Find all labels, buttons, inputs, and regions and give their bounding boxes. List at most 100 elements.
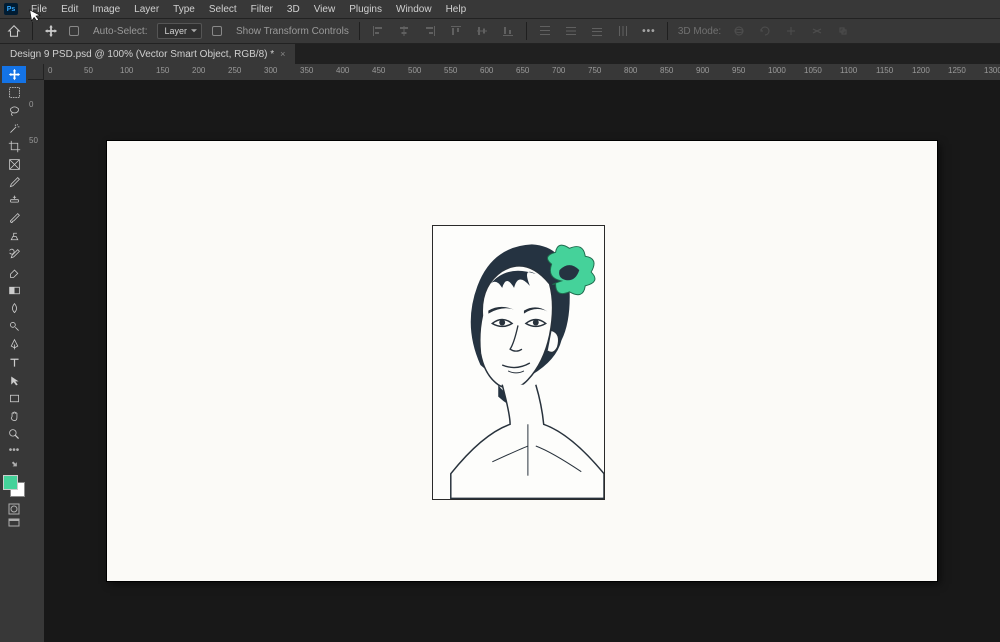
distribute-hspace-icon[interactable] bbox=[615, 23, 631, 39]
show-transform-label: Show Transform Controls bbox=[236, 26, 349, 37]
type-tool[interactable] bbox=[2, 354, 26, 371]
edit-toolbar-icon[interactable]: ••• bbox=[2, 444, 26, 457]
color-swatches[interactable] bbox=[3, 475, 25, 497]
portrait-illustration bbox=[433, 226, 604, 499]
eraser-tool[interactable] bbox=[2, 264, 26, 281]
menu-type[interactable]: Type bbox=[166, 1, 202, 18]
eyedropper-tool[interactable] bbox=[2, 174, 26, 191]
ruler-tick: 300 bbox=[264, 66, 277, 75]
pan-3d-icon[interactable] bbox=[783, 23, 799, 39]
zoom-tool[interactable] bbox=[2, 426, 26, 443]
zoom-3d-icon[interactable] bbox=[835, 23, 851, 39]
document-viewport[interactable] bbox=[44, 80, 1000, 642]
more-options-icon[interactable]: ••• bbox=[641, 23, 657, 39]
gradient-tool[interactable] bbox=[2, 282, 26, 299]
ruler-tick: 200 bbox=[192, 66, 205, 75]
healing-brush-tool[interactable] bbox=[2, 192, 26, 209]
pen-tool[interactable] bbox=[2, 336, 26, 353]
distribute-bottom-icon[interactable] bbox=[589, 23, 605, 39]
ruler-tick: 1200 bbox=[912, 66, 930, 75]
marquee-tool[interactable] bbox=[2, 84, 26, 101]
canvas-artboard[interactable] bbox=[107, 141, 937, 581]
document-tab-title: Design 9 PSD.psd @ 100% (Vector Smart Ob… bbox=[10, 49, 274, 60]
frame-tool[interactable] bbox=[2, 156, 26, 173]
menu-plugins[interactable]: Plugins bbox=[342, 1, 389, 18]
ruler-tick: 50 bbox=[29, 136, 38, 145]
workspace: ••• 050100150200250300350400450500550600… bbox=[0, 64, 1000, 642]
magic-wand-tool[interactable] bbox=[2, 120, 26, 137]
tools-panel: ••• bbox=[0, 64, 28, 642]
show-transform-checkbox[interactable] bbox=[212, 26, 222, 36]
options-bar: Auto-Select: Layer Show Transform Contro… bbox=[0, 18, 1000, 44]
menu-help[interactable]: Help bbox=[439, 1, 474, 18]
vertical-ruler[interactable]: 0 50 bbox=[28, 80, 44, 642]
auto-select-label: Auto-Select: bbox=[93, 26, 147, 37]
separator bbox=[359, 22, 360, 40]
menu-select[interactable]: Select bbox=[202, 1, 244, 18]
rectangle-tool[interactable] bbox=[2, 390, 26, 407]
ruler-tick: 600 bbox=[480, 66, 493, 75]
blur-tool[interactable] bbox=[2, 300, 26, 317]
foreground-color-swatch[interactable] bbox=[3, 475, 18, 490]
ruler-tick: 750 bbox=[588, 66, 601, 75]
menu-file[interactable]: File bbox=[24, 1, 54, 18]
ruler-tick: 450 bbox=[372, 66, 385, 75]
align-top-icon[interactable] bbox=[448, 23, 464, 39]
clone-stamp-tool[interactable] bbox=[2, 228, 26, 245]
ruler-tick: 1300 bbox=[984, 66, 1000, 75]
hand-tool[interactable] bbox=[2, 408, 26, 425]
lasso-tool[interactable] bbox=[2, 102, 26, 119]
align-left-icon[interactable] bbox=[370, 23, 386, 39]
ruler-tick: 350 bbox=[300, 66, 313, 75]
screen-mode-icon[interactable] bbox=[2, 516, 26, 529]
close-tab-icon[interactable]: × bbox=[280, 49, 285, 59]
align-bottom-icon[interactable] bbox=[500, 23, 516, 39]
distribute-top-icon[interactable] bbox=[537, 23, 553, 39]
ruler-tick: 900 bbox=[696, 66, 709, 75]
distribute-vcenter-icon[interactable] bbox=[563, 23, 579, 39]
menu-filter[interactable]: Filter bbox=[244, 1, 280, 18]
ruler-tick: 550 bbox=[444, 66, 457, 75]
swap-colors-icon[interactable] bbox=[2, 458, 26, 471]
document-tab[interactable]: Design 9 PSD.psd @ 100% (Vector Smart Ob… bbox=[0, 44, 296, 64]
ruler-tick: 1250 bbox=[948, 66, 966, 75]
menu-image[interactable]: Image bbox=[85, 1, 127, 18]
auto-select-checkbox[interactable] bbox=[69, 26, 79, 36]
roll-3d-icon[interactable] bbox=[757, 23, 773, 39]
separator bbox=[32, 22, 33, 40]
ruler-tick: 850 bbox=[660, 66, 673, 75]
menu-3d[interactable]: 3D bbox=[280, 1, 307, 18]
slide-3d-icon[interactable] bbox=[809, 23, 825, 39]
ruler-tick: 500 bbox=[408, 66, 421, 75]
dodge-tool[interactable] bbox=[2, 318, 26, 335]
history-brush-tool[interactable] bbox=[2, 246, 26, 263]
quick-mask-icon[interactable] bbox=[2, 502, 26, 515]
align-hcenter-icon[interactable] bbox=[396, 23, 412, 39]
ruler-tick: 700 bbox=[552, 66, 565, 75]
move-tool[interactable] bbox=[2, 66, 26, 83]
auto-select-target-dropdown[interactable]: Layer bbox=[157, 23, 202, 39]
menu-window[interactable]: Window bbox=[389, 1, 439, 18]
align-right-icon[interactable] bbox=[422, 23, 438, 39]
home-icon[interactable] bbox=[6, 23, 22, 39]
app-logo: Ps bbox=[4, 3, 18, 15]
move-tool-indicator-icon[interactable] bbox=[43, 23, 59, 39]
menu-edit[interactable]: Edit bbox=[54, 1, 85, 18]
menu-view[interactable]: View bbox=[307, 1, 343, 18]
main-menu-bar: Ps File Edit Image Layer Type Select Fil… bbox=[0, 0, 1000, 18]
ruler-tick: 0 bbox=[48, 66, 52, 75]
orbit-3d-icon[interactable] bbox=[731, 23, 747, 39]
ruler-tick: 1100 bbox=[840, 66, 857, 75]
align-vcenter-icon[interactable] bbox=[474, 23, 490, 39]
ruler-tick: 400 bbox=[336, 66, 349, 75]
ruler-tick: 0 bbox=[29, 100, 33, 109]
ruler-tick: 1050 bbox=[804, 66, 822, 75]
path-selection-tool[interactable] bbox=[2, 372, 26, 389]
brush-tool[interactable] bbox=[2, 210, 26, 227]
crop-tool[interactable] bbox=[2, 138, 26, 155]
vector-smart-object[interactable] bbox=[432, 225, 605, 500]
ruler-origin-corner[interactable] bbox=[28, 64, 44, 80]
document-tab-bar: Design 9 PSD.psd @ 100% (Vector Smart Ob… bbox=[0, 44, 1000, 64]
horizontal-ruler[interactable]: 0501001502002503003504004505005506006507… bbox=[28, 64, 1000, 80]
menu-layer[interactable]: Layer bbox=[127, 1, 166, 18]
